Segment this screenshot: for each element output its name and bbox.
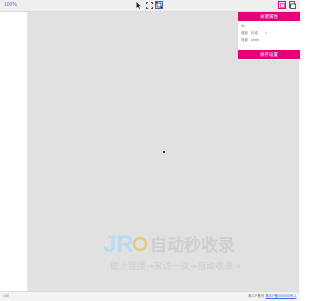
pointer-tool-button[interactable] xyxy=(135,1,143,9)
zoom-level[interactable]: 100% xyxy=(4,2,17,8)
watermark-logo-text: JR xyxy=(103,231,134,258)
top-toolbar: 100% xyxy=(0,0,300,12)
property-value[interactable]: 标准 xyxy=(251,31,258,35)
selection-box-icon xyxy=(156,2,162,8)
selection-box-tool-button[interactable] xyxy=(155,1,163,9)
pointer-icon xyxy=(136,1,141,9)
left-panel xyxy=(0,12,28,291)
watermark-circle-mark xyxy=(132,236,148,252)
property-label: 缩放 xyxy=(241,31,248,35)
property-row: 背景 white xyxy=(241,37,298,44)
properties-header: 关键属性 xyxy=(238,12,300,21)
layer-icon xyxy=(279,2,285,8)
status-left-text: 100 xyxy=(3,294,9,298)
status-right: 粤ICP备号 粤ICP备000000号-1 xyxy=(248,294,296,299)
tool-group xyxy=(135,1,163,9)
property-label: ifo xyxy=(241,24,245,28)
property-extra[interactable]: × xyxy=(265,31,267,35)
icp-link[interactable]: 粤ICP备000000号-1 xyxy=(265,294,296,298)
copy-button[interactable] xyxy=(288,1,296,9)
save-settings-button[interactable]: 保存设置 xyxy=(238,50,300,59)
crop-tool-button[interactable] xyxy=(145,1,153,9)
watermark-logo: JR 自动秒收录 做上链接→来访一次→自动收录→ xyxy=(103,231,241,272)
canvas-point xyxy=(163,151,165,153)
property-label: 背景 xyxy=(241,38,248,42)
icp-prefix: 粤ICP备号 xyxy=(248,294,266,298)
property-row: 缩放 标准 × xyxy=(241,30,298,37)
right-tool-group xyxy=(278,1,296,9)
property-value[interactable]: white xyxy=(251,38,259,42)
properties-body: ifo 缩放 标准 × 背景 white xyxy=(238,21,300,44)
copy-icon xyxy=(288,1,296,9)
property-row: ifo xyxy=(241,23,298,30)
crop-icon xyxy=(145,1,153,9)
layer-button[interactable] xyxy=(278,1,286,9)
watermark-subtitle: 做上链接→来访一次→自动收录→ xyxy=(110,260,241,272)
watermark-title: 自动秒收录 xyxy=(150,235,235,256)
